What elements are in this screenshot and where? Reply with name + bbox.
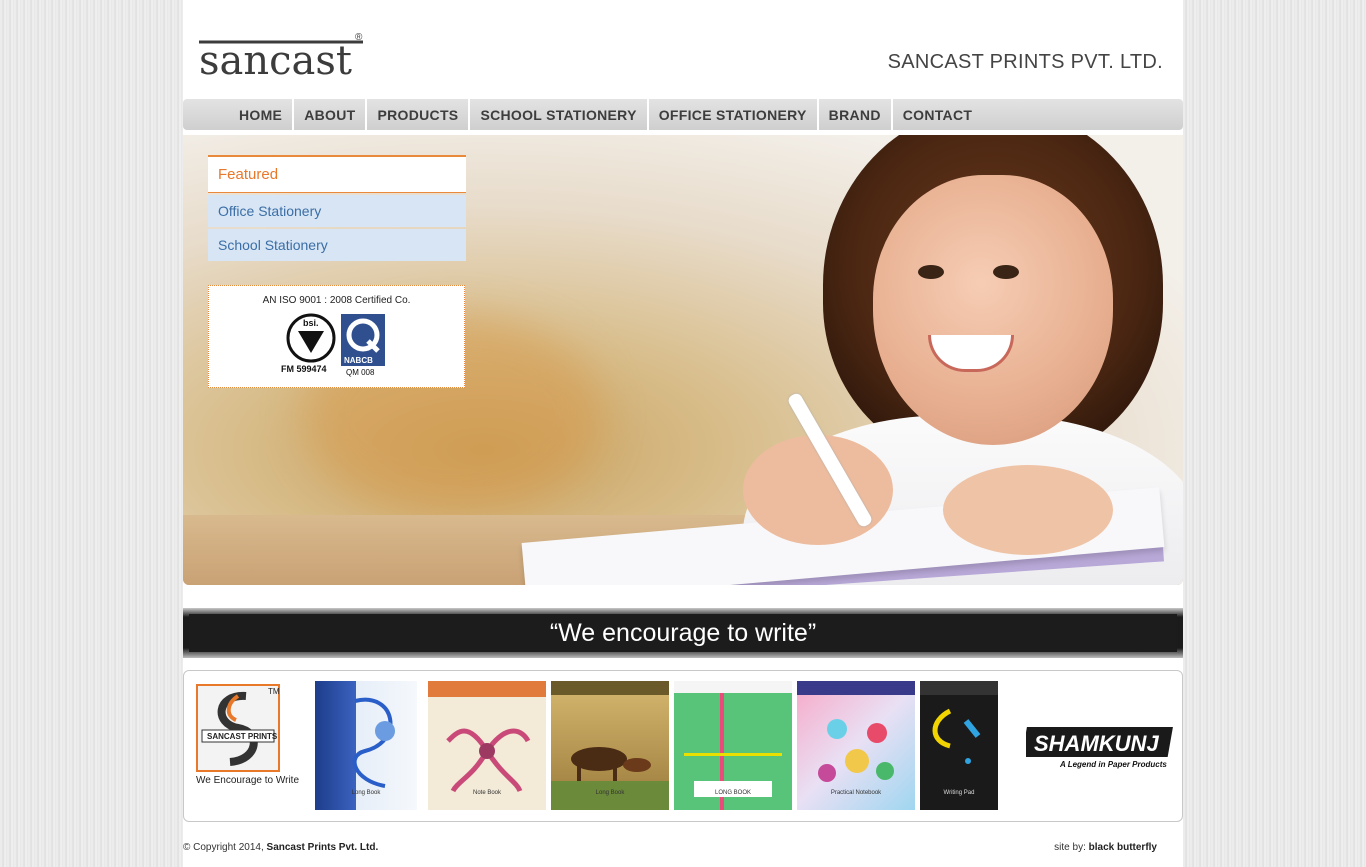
brand-slogan: We Encourage to Write <box>196 775 300 786</box>
sancast-logo[interactable]: sancast ® <box>197 28 369 80</box>
registered-mark: ® <box>355 32 363 43</box>
tagline-text: “We encourage to write” <box>189 614 1177 652</box>
product-long-book-blue[interactable]: Long Book <box>315 681 417 810</box>
sidebar-item-office-stationery[interactable]: Office Stationery <box>208 195 466 227</box>
copyright-company: Sancast Prints Pvt. Ltd. <box>266 842 379 853</box>
bsi-number: FM 599474 <box>281 364 327 374</box>
nav-office-stationery[interactable]: OFFICE STATIONERY <box>649 99 819 130</box>
svg-text:SANCAST PRINTS: SANCAST PRINTS <box>207 732 278 741</box>
featured-menu: Featured Office Stationery School Statio… <box>208 155 466 261</box>
sancast-prints-logo[interactable]: SANCAST PRINTS TM <box>196 684 286 784</box>
hero-banner: Featured Office Stationery School Statio… <box>183 135 1183 585</box>
iso-certification-box: AN ISO 9001 : 2008 Certified Co. bsi. NA… <box>208 285 465 388</box>
copyright-prefix: © Copyright 2014, <box>183 842 264 853</box>
nav-products[interactable]: PRODUCTS <box>367 99 471 130</box>
site-by-prefix: site by: <box>1054 842 1086 853</box>
product-note-book-floral[interactable]: Note Book <box>428 681 546 810</box>
nav-about[interactable]: ABOUT <box>294 99 368 130</box>
nav-brand[interactable]: BRAND <box>819 99 893 130</box>
svg-text:TM: TM <box>268 687 280 696</box>
sidebar-item-school-stationery[interactable]: School Stationery <box>208 229 466 261</box>
company-name: SANCAST PRINTS PVT. LTD. <box>887 51 1163 73</box>
product-strip: SANCAST PRINTS TM We Encourage to Write … <box>183 670 1183 822</box>
product-practical-notebook[interactable]: Practical Notebook <box>797 681 915 810</box>
product-writing-pad[interactable]: Writing Pad <box>920 681 998 810</box>
svg-text:NABCB: NABCB <box>344 356 373 365</box>
iso-text: AN ISO 9001 : 2008 Certified Co. <box>262 295 411 306</box>
tagline-bar: “We encourage to write” <box>183 608 1183 658</box>
footer-site-by: site by: black butterfly <box>1054 842 1157 853</box>
featured-title: Featured <box>208 155 466 193</box>
nav-contact[interactable]: CONTACT <box>893 99 983 130</box>
site-by-link[interactable]: black butterfly <box>1089 842 1157 853</box>
svg-text:bsi.: bsi. <box>303 318 319 328</box>
footer-copyright: © Copyright 2014, Sancast Prints Pvt. Lt… <box>183 842 378 853</box>
logo-text: sancast <box>199 38 352 80</box>
svg-text:A Legend in Paper Products: A Legend in Paper Products <box>1059 760 1167 769</box>
product-long-book-green[interactable]: LONG BOOK <box>674 681 792 810</box>
product-long-book-horses[interactable]: Long Book <box>551 681 669 810</box>
main-nav: HOME ABOUT PRODUCTS SCHOOL STATIONERY OF… <box>183 99 1183 130</box>
nav-home[interactable]: HOME <box>229 99 295 130</box>
svg-text:SHAMKUNJ: SHAMKUNJ <box>1034 731 1159 756</box>
qm-number: QM 008 <box>346 368 375 377</box>
page-container: sancast ® SANCAST PRINTS PVT. LTD. HOME … <box>183 0 1183 867</box>
nav-school-stationery[interactable]: SCHOOL STATIONERY <box>470 99 649 130</box>
bsi-logo-icon: bsi. <box>286 313 336 363</box>
shamkunj-logo[interactable]: SHAMKUNJ A Legend in Paper Products <box>1026 721 1178 773</box>
